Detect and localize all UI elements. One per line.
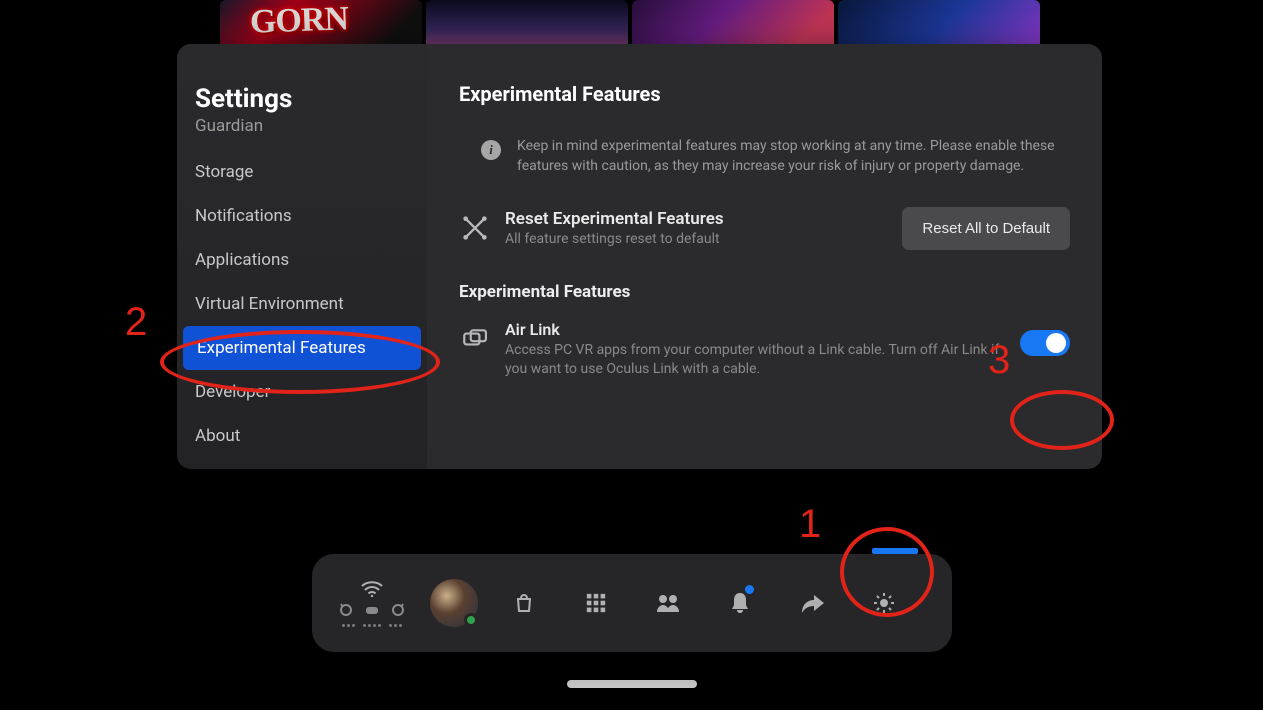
air-link-desc: Access PC VR apps from your computer wit… [505,341,1004,380]
settings-panel: Settings Guardian Storage Notifications … [177,44,1102,469]
dock-accent [872,548,918,554]
settings-button[interactable] [868,587,900,619]
mini-status-icons [338,602,406,618]
reset-subtitle: All feature settings reset to default [505,231,886,247]
notifications-button[interactable] [724,587,756,619]
air-link-title: Air Link [505,320,1004,339]
share-button[interactable] [796,587,828,619]
reset-icon [461,214,489,242]
sidebar-title: Settings [177,84,427,114]
sidebar-item-guardian[interactable]: Guardian [177,114,427,150]
toggle-knob [1046,333,1066,353]
controller-left-icon [338,602,354,618]
store-button[interactable] [508,587,540,619]
sidebar-item-developer[interactable]: Developer [177,370,427,414]
warning-row: i Keep in mind experimental features may… [459,136,1070,207]
reset-row: Reset Experimental Features All feature … [459,207,1070,276]
warning-text: Keep in mind experimental features may s… [517,136,1062,177]
annotation-number-2: 2 [125,300,147,345]
reset-title: Reset Experimental Features [505,209,886,229]
home-handle[interactable] [567,680,697,688]
feature-text: Air Link Access PC VR apps from your com… [505,320,1004,380]
sidebar-item-experimental-features[interactable]: Experimental Features [183,326,421,370]
online-status-icon [464,613,478,627]
app-grid-button[interactable] [580,587,612,619]
user-avatar[interactable] [430,579,478,627]
system-dock [312,554,952,652]
people-button[interactable] [652,587,684,619]
content-heading: Experimental Features [459,82,1070,106]
notification-dot-icon [745,585,754,594]
headset-icon [364,602,380,618]
wifi-icon [360,580,384,598]
annotation-number-1: 1 [799,502,821,547]
sidebar-item-virtual-environment[interactable]: Virtual Environment [177,282,427,326]
controller-right-icon [390,602,406,618]
sidebar-item-notifications[interactable]: Notifications [177,194,427,238]
reset-all-button[interactable]: Reset All to Default [902,207,1070,250]
sidebar-item-about[interactable]: About [177,414,427,458]
settings-sidebar: Settings Guardian Storage Notifications … [177,44,427,469]
info-icon: i [481,140,501,160]
reset-text: Reset Experimental Features All feature … [505,209,886,247]
battery-dots [342,624,402,627]
section-heading: Experimental Features [459,282,1070,302]
sidebar-item-applications[interactable]: Applications [177,238,427,282]
dock-status[interactable] [338,580,406,627]
settings-content: Experimental Features i Keep in mind exp… [427,44,1102,469]
dock-icons [508,587,926,619]
sidebar-item-storage[interactable]: Storage [177,150,427,194]
background-title: GORN [249,0,348,41]
air-link-icon [461,326,489,356]
air-link-toggle[interactable] [1020,330,1070,356]
feature-air-link: Air Link Access PC VR apps from your com… [459,320,1070,380]
